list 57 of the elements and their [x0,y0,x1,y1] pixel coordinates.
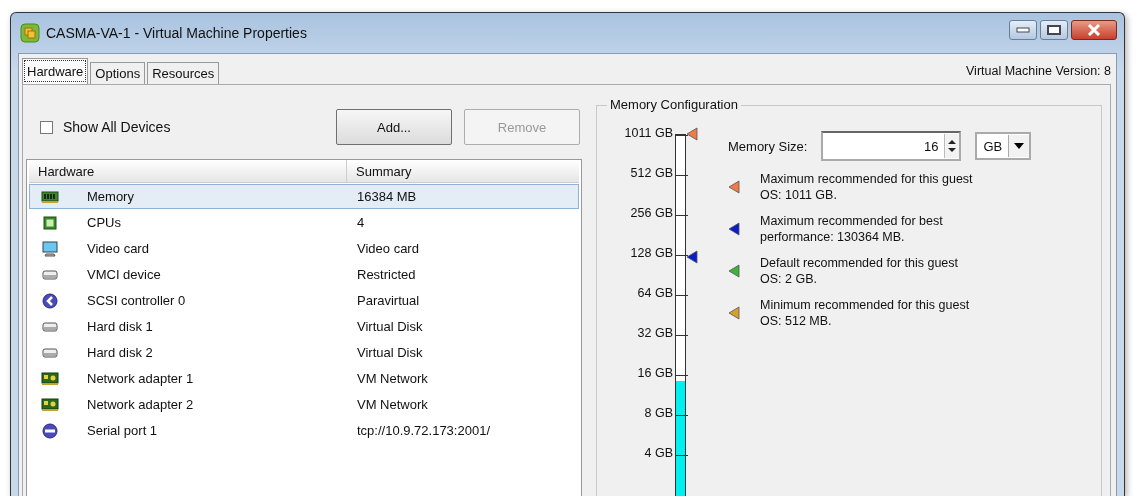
table-cell: Virtual Disk [357,345,423,360]
table-cell: VM Network [357,397,428,412]
table-cell: Memory [87,189,134,204]
scale-label: 64 GB [637,286,673,300]
column-header[interactable]: Hardware [29,160,347,182]
tab[interactable]: Options [90,62,146,84]
table-cell: CPUs [87,215,121,230]
tab[interactable]: Resources [147,62,220,84]
table-row[interactable]: VMCI device Restricted [29,262,579,287]
scale-label: 8 GB [644,406,673,420]
table-cell: 16384 MB [357,189,417,204]
legend-text: Maximum recommended for this guest OS: 1011 GB. [760,171,974,203]
table-cell: Video card [357,241,419,256]
table-cell: Video card [87,241,149,256]
table-row[interactable]: Serial port 1 tcp://10.9.72.173:2001/ [29,418,579,443]
table-row[interactable]: Network adapter 2 VM Network [29,392,579,417]
table-row[interactable]: Hard disk 2 Virtual Disk [29,340,579,365]
table-cell: Hard disk 1 [87,319,153,334]
table-cell: VMCI device [87,267,161,282]
table-row[interactable]: SCSI controller 0 Paravirtual [29,288,579,313]
table-cell: Restricted [357,267,416,282]
column-header[interactable]: Summary [347,160,579,182]
tab[interactable]: Hardware [22,58,89,84]
table-cell: Paravirtual [357,293,420,308]
scale-label: 16 GB [637,366,673,380]
table-cell: tcp://10.9.72.173:2001/ [357,423,490,438]
unit-dropdown[interactable]: GB [975,132,1032,160]
table-row[interactable]: Memory 16384 MB [29,184,579,209]
table-cell: Serial port 1 [87,423,158,438]
group-title: Memory Configuration [607,97,741,112]
memory-size-label: Memory Size: [728,138,808,154]
table-cell: SCSI controller 0 [87,293,186,308]
scale-label: 1011 GB [624,126,673,140]
table-row[interactable]: Network adapter 1 VM Network [29,366,579,391]
add-button[interactable]: Add... [336,109,452,145]
scale-label: 4 GB [644,446,673,460]
table-cell: Network adapter 1 [87,371,194,386]
memory-size-field[interactable]: 16 [821,131,962,161]
scale-label: 256 GB [630,206,673,220]
table-cell: Network adapter 2 [87,397,194,412]
table-cell: Virtual Disk [357,319,423,334]
table-cell: 4 [357,215,365,230]
table-row[interactable]: Video card Video card [29,236,579,261]
checkbox-label: Show All Devices [63,119,171,135]
scale-label: 32 GB [637,326,673,340]
table-cell: VM Network [357,371,428,386]
legend-text: Minimum recommended for this guest OS: 512 MB. [760,297,971,329]
table-cell: Hard disk 2 [87,345,153,360]
version-label: Virtual Machine Version: 8 [966,64,1111,80]
table-row[interactable]: Hard disk 1 Virtual Disk [29,314,579,339]
scale-label: 128 GB [630,246,673,260]
window-title: CASMA-VA-1 - Virtual Machine Properties [46,25,307,41]
legend-text: Maximum recommended for best performance: 130364 MB. [760,213,944,245]
legend-text: Default recommended for this guest OS: 2 GB. [760,255,960,287]
scale-label: 512 GB [630,166,673,180]
show-all-devices-checkbox[interactable]: Show All Devices [40,119,171,135]
table-row[interactable]: CPUs 4 [29,210,579,235]
